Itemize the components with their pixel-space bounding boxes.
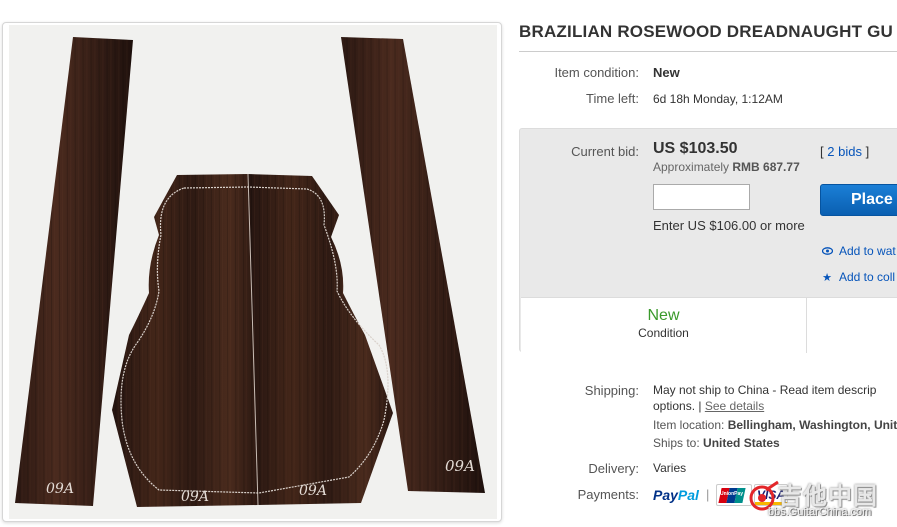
badge-divider xyxy=(806,298,807,353)
add-to-watchlist-label: Add to wat xyxy=(839,244,896,258)
item-photo[interactable]: 09A 09A 09A 09A xyxy=(9,25,497,519)
mark-right-strip: 09A xyxy=(445,457,475,475)
approx-value: RMB 687.77 xyxy=(732,160,800,174)
condition-value: New xyxy=(653,65,680,80)
item-photo-frame[interactable]: 09A 09A 09A 09A xyxy=(2,22,502,522)
unionpay-logo: UnionPay xyxy=(716,484,752,506)
payments-separator: | xyxy=(706,487,710,502)
mark-back-right: 09A xyxy=(299,483,327,499)
delivery-label: Delivery: xyxy=(588,461,639,476)
enter-bid-hint: Enter US $106.00 or more xyxy=(653,218,805,233)
time-left-label: Time left: xyxy=(586,91,639,106)
ships-to: Ships to: United States xyxy=(653,436,780,450)
site-watermark: 吉他中国 bbs.GuitarChina.com xyxy=(748,478,897,522)
mark-back-left: 09A xyxy=(181,489,209,505)
bid-count: [ 2 bids ] xyxy=(820,144,869,159)
delivery-value: Varies xyxy=(653,461,687,475)
paypal-part-a: Pay xyxy=(653,487,678,503)
approx-prefix: Approximately xyxy=(653,160,730,174)
condition-label: Item condition: xyxy=(554,65,639,80)
unionpay-text: UnionPay xyxy=(720,491,744,497)
place-bid-button[interactable]: Place xyxy=(820,184,897,216)
add-to-watchlist-link[interactable]: Add to wat xyxy=(820,244,896,258)
condition-badge-row: New Condition xyxy=(521,297,897,353)
see-details-link[interactable]: See details xyxy=(705,399,764,413)
current-bid-label: Current bid: xyxy=(571,144,639,159)
shipping-label: Shipping: xyxy=(584,383,639,398)
add-to-collection-link[interactable]: ★ Add to coll xyxy=(820,270,895,284)
mark-left-strip: 09A xyxy=(46,481,74,497)
paypal-part-b: Pal xyxy=(677,487,699,503)
bids-count-link[interactable]: 2 bids xyxy=(827,144,862,159)
add-to-collection-label: Add to coll xyxy=(839,270,896,284)
item-title: BRAZILIAN ROSEWOOD DREADNAUGHT GU xyxy=(519,22,893,41)
condition-badge: New Condition xyxy=(521,307,806,341)
item-location-value: Bellingham, Washington, Unit xyxy=(727,418,897,432)
current-bid-price: US $103.50 xyxy=(653,140,738,157)
approx-price: Approximately RMB 687.77 xyxy=(653,160,800,174)
watermark-url: bbs.GuitarChina.com xyxy=(768,506,872,518)
condition-badge-label: Condition xyxy=(638,326,689,340)
item-location-label: Item location: xyxy=(653,418,725,432)
paypal-logo: PayPal xyxy=(653,487,699,503)
condition-badge-value: New xyxy=(647,307,680,324)
bids-bracket-open: [ xyxy=(820,144,824,159)
ships-to-value: United States xyxy=(703,436,780,450)
shipping-options-text: options. | xyxy=(653,399,702,413)
ships-to-label: Ships to: xyxy=(653,436,700,450)
bid-amount-input[interactable] xyxy=(653,184,750,210)
payments-label: Payments: xyxy=(577,487,639,502)
shipping-line-2: options. | See details xyxy=(653,399,764,413)
time-left-value: 6d 18h Monday, 1:12AM xyxy=(653,92,783,106)
shipping-line-1: May not ship to China - Read item descri… xyxy=(653,383,877,397)
item-location: Item location: Bellingham, Washington, U… xyxy=(653,418,897,432)
bids-bracket-close: ] xyxy=(865,144,870,159)
star-icon: ★ xyxy=(822,272,832,284)
eye-icon xyxy=(820,246,834,258)
title-divider xyxy=(519,51,897,52)
